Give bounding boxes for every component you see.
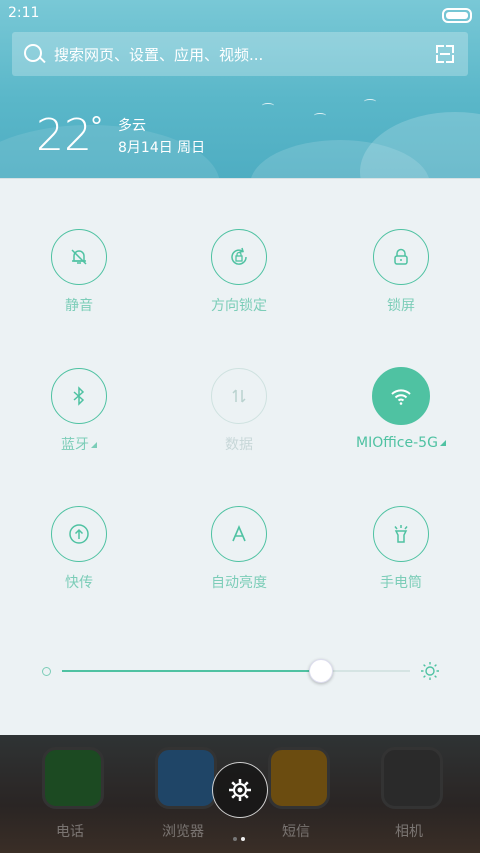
- degree-symbol: °: [90, 112, 103, 142]
- cloud-decoration: [360, 112, 480, 180]
- weather-condition: 多云: [118, 118, 146, 134]
- page-dot-active: [241, 837, 245, 841]
- data-icon: [211, 368, 267, 424]
- toggle-bluetooth[interactable]: 蓝牙: [4, 368, 154, 454]
- toggle-label: 静音: [65, 298, 93, 314]
- flashlight-icon: [373, 506, 429, 562]
- brightness-low-icon: [42, 667, 51, 676]
- camera-icon[interactable]: [381, 747, 443, 809]
- toggle-label: 快传: [65, 575, 93, 591]
- rotation-lock-icon: [211, 229, 267, 285]
- bird-icon: [314, 113, 326, 118]
- toggle-label: 自动亮度: [211, 575, 267, 591]
- toggle-label: 锁屏: [387, 298, 415, 314]
- search-input[interactable]: 搜索网页、设置、应用、视频...: [54, 44, 263, 65]
- app-label: 相机: [395, 824, 423, 840]
- brightness-high-icon: [421, 662, 439, 680]
- status-time: 2:11: [8, 5, 40, 21]
- transfer-icon: [51, 506, 107, 562]
- lock-icon: [373, 229, 429, 285]
- app-label: 短信: [282, 824, 310, 840]
- app-label: 浏览器: [162, 824, 204, 840]
- toggle-rotation-lock[interactable]: 方向锁定: [164, 229, 314, 315]
- phone-icon[interactable]: [42, 747, 104, 809]
- toggle-label: 数据: [225, 437, 253, 453]
- toggle-label: 蓝牙: [4, 434, 154, 454]
- status-bar: 2:11: [0, 0, 480, 26]
- brightness-track-fill: [62, 670, 320, 672]
- page-indicator: [233, 826, 249, 845]
- weather-header: 2:11 搜索网页、设置、应用、视频... 22 ° 多云 8月14日 周日: [0, 0, 480, 180]
- bird-icon: [262, 103, 274, 108]
- settings-gear-button[interactable]: [212, 762, 268, 818]
- scan-icon[interactable]: [436, 45, 454, 63]
- message-icon[interactable]: [268, 747, 330, 809]
- battery-icon: [442, 8, 472, 23]
- toggle-wifi[interactable]: MIOffice-5G: [326, 367, 476, 451]
- search-icon: [24, 44, 42, 62]
- toggle-lock-screen[interactable]: 锁屏: [326, 229, 476, 315]
- toggle-flashlight[interactable]: 手电筒: [326, 506, 476, 592]
- quick-settings-panel: 静音 方向锁定 锁屏 蓝牙 数据 MIOffice-5G 快传 自动亮度 手电筒: [0, 178, 480, 736]
- weather-date: 8月14日 周日: [118, 140, 206, 156]
- app-label: 电话: [56, 824, 84, 840]
- gear-icon: [229, 779, 251, 801]
- search-bar[interactable]: 搜索网页、设置、应用、视频...: [12, 32, 468, 76]
- brightness-slider[interactable]: [40, 659, 440, 683]
- auto-brightness-icon: [211, 506, 267, 562]
- toggle-quick-transfer[interactable]: 快传: [4, 506, 154, 592]
- toggle-mobile-data[interactable]: 数据: [164, 368, 314, 454]
- bell-off-icon: [51, 229, 107, 285]
- toggle-label: MIOffice-5G: [326, 435, 476, 451]
- browser-icon[interactable]: [155, 747, 217, 809]
- brightness-thumb[interactable]: [308, 659, 333, 683]
- toggle-label: 方向锁定: [211, 298, 267, 314]
- temperature: 22: [36, 110, 92, 161]
- toggle-mute[interactable]: 静音: [4, 229, 154, 315]
- bluetooth-icon: [51, 368, 107, 424]
- toggle-auto-brightness[interactable]: 自动亮度: [164, 506, 314, 592]
- wifi-icon: [372, 367, 430, 425]
- bird-icon: [364, 99, 376, 104]
- toggle-label: 手电筒: [380, 575, 422, 591]
- page-dot: [233, 837, 237, 841]
